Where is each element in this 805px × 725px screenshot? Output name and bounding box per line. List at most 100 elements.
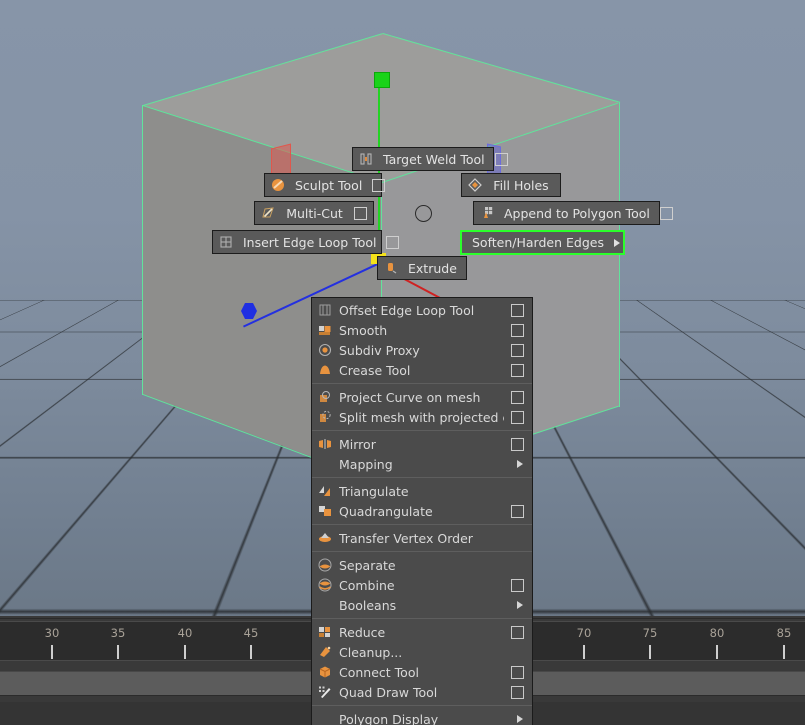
marking-menu-label: Sculpt Tool <box>295 177 363 193</box>
menu-separator <box>312 430 532 431</box>
sculpt-icon <box>272 179 284 191</box>
menu-item-transfer-vertex-order[interactable]: Transfer Vertex Order <box>312 528 532 548</box>
manipulator-handle-y[interactable] <box>374 72 390 88</box>
menu-item-quad-draw-tool[interactable]: Quad Draw Tool <box>312 682 532 702</box>
menu-item-quadrangulate[interactable]: Quadrangulate <box>312 501 532 521</box>
menu-item-connect-tool[interactable]: Connect Tool <box>312 662 532 682</box>
insert-edge-loop-icon <box>220 236 232 248</box>
menu-item-reduce[interactable]: Reduce <box>312 622 532 642</box>
marking-menu-label: Soften/Harden Edges <box>472 235 604 250</box>
quadrangulate-icon <box>319 506 331 516</box>
option-box-icon[interactable] <box>659 206 673 220</box>
marking-menu-item-target-weld-tool[interactable]: Target Weld Tool <box>352 147 508 171</box>
menu-item-separate[interactable]: Separate <box>312 555 532 575</box>
menu-item-label: Connect Tool <box>339 664 419 680</box>
menu-item-mirror[interactable]: Mirror <box>312 434 532 454</box>
quad-draw-icon <box>319 686 331 698</box>
timeline-tick-label: 35 <box>110 626 126 640</box>
menu-item-offset-edge-loop-tool[interactable]: Offset Edge Loop Tool <box>312 300 532 320</box>
maya-application-window: Target Weld Tool Sculpt Tool Fill Holes <box>0 0 805 725</box>
marking-menu-label: Fill Holes <box>493 177 549 193</box>
submenu-arrow-icon <box>517 601 523 609</box>
menu-separator <box>312 705 532 706</box>
triangulate-icon <box>319 486 330 496</box>
marking-menu-label: Append to Polygon Tool <box>504 205 650 221</box>
menu-item-label: Cleanup... <box>339 644 403 660</box>
option-box-icon[interactable] <box>372 178 386 192</box>
smooth-icon <box>319 326 331 335</box>
extrude-icon <box>388 263 397 274</box>
menu-separator <box>312 551 532 552</box>
menu-item-polygon-display[interactable]: Polygon Display <box>312 709 532 725</box>
cube-edge-top-back-right <box>382 33 621 103</box>
menu-item-split-mesh-with-projected-curve[interactable]: Split mesh with projected curve <box>312 407 532 427</box>
timeline-tick-label: 80 <box>709 626 725 640</box>
menu-separator <box>312 477 532 478</box>
marking-menu-item-insert-edge-loop-tool[interactable]: Insert Edge Loop Tool <box>212 230 400 254</box>
option-box-icon[interactable] <box>494 152 508 166</box>
timeline-tick-label: 85 <box>776 626 792 640</box>
menu-separator <box>312 524 532 525</box>
menu-item-label: Offset Edge Loop Tool <box>339 302 475 318</box>
option-box-icon[interactable] <box>511 390 524 404</box>
marking-menu-item-extrude[interactable]: Extrude <box>377 256 467 280</box>
option-box-icon[interactable] <box>511 410 524 424</box>
crease-icon <box>320 365 330 374</box>
menu-item-smooth[interactable]: Smooth <box>312 320 532 340</box>
timeline-tick-mark <box>783 645 785 659</box>
menu-item-mapping[interactable]: Mapping <box>312 454 532 474</box>
option-box-icon[interactable] <box>354 206 367 220</box>
append-polygon-icon <box>484 207 493 218</box>
option-box-icon[interactable] <box>511 437 524 451</box>
timeline-tick-label: 70 <box>576 626 592 640</box>
menu-item-booleans[interactable]: Booleans <box>312 595 532 615</box>
option-box-icon[interactable] <box>511 685 524 699</box>
cleanup-icon <box>320 646 331 657</box>
menu-item-label: Reduce <box>339 624 386 640</box>
marking-menu-label: Extrude <box>408 260 457 276</box>
option-box-icon[interactable] <box>386 235 400 249</box>
reduce-icon <box>319 627 330 637</box>
marking-menu-label: Multi-Cut <box>286 205 343 221</box>
marking-menu-item-sculpt-tool[interactable]: Sculpt Tool <box>264 173 386 197</box>
menu-item-label: Quadrangulate <box>339 503 433 519</box>
mesh-context-menu[interactable]: Offset Edge Loop Tool Smooth Subdiv Prox… <box>311 297 533 725</box>
menu-item-project-curve-on-mesh[interactable]: Project Curve on mesh <box>312 387 532 407</box>
menu-item-label: Crease Tool <box>339 362 411 378</box>
menu-item-triangulate[interactable]: Triangulate <box>312 481 532 501</box>
menu-item-label: Subdiv Proxy <box>339 342 420 358</box>
marking-menu-item-fill-holes[interactable]: Fill Holes <box>461 173 561 197</box>
menu-item-cleanup[interactable]: Cleanup... <box>312 642 532 662</box>
mirror-icon <box>319 439 331 449</box>
submenu-arrow-icon <box>517 460 523 468</box>
option-box-icon[interactable] <box>511 578 524 592</box>
separate-icon <box>318 558 332 572</box>
marking-menu-item-soften-harden-edges[interactable]: Soften/Harden Edges <box>460 230 625 255</box>
manipulator-center-ring[interactable] <box>415 205 432 222</box>
option-box-icon[interactable] <box>511 504 524 518</box>
option-box-icon[interactable] <box>511 363 524 377</box>
menu-item-label: Booleans <box>339 597 397 613</box>
option-box-icon[interactable] <box>511 665 524 679</box>
timeline-tick-mark <box>184 645 186 659</box>
option-box-icon[interactable] <box>511 343 524 357</box>
timeline-tick-mark <box>117 645 119 659</box>
option-box-icon[interactable] <box>511 303 524 317</box>
menu-item-label: Mirror <box>339 436 376 452</box>
marking-menu-item-multi-cut[interactable]: Multi-Cut <box>254 201 374 225</box>
offset-edge-loop-icon <box>319 304 331 316</box>
project-curve-icon <box>320 391 330 402</box>
menu-item-label: Quad Draw Tool <box>339 684 438 700</box>
marking-menu-label: Target Weld Tool <box>383 151 485 167</box>
menu-item-crease-tool[interactable]: Crease Tool <box>312 360 532 380</box>
timeline-tick-mark <box>51 645 53 659</box>
option-box-icon[interactable] <box>511 625 524 639</box>
menu-separator <box>312 383 532 384</box>
option-box-icon[interactable] <box>511 323 524 337</box>
submenu-arrow-icon <box>517 715 523 723</box>
menu-item-subdiv-proxy[interactable]: Subdiv Proxy <box>312 340 532 360</box>
marking-menu-item-append-to-polygon-tool[interactable]: Append to Polygon Tool <box>473 201 673 225</box>
transfer-vertex-icon <box>319 533 331 542</box>
menu-item-label: Polygon Display <box>339 711 439 725</box>
menu-item-combine[interactable]: Combine <box>312 575 532 595</box>
